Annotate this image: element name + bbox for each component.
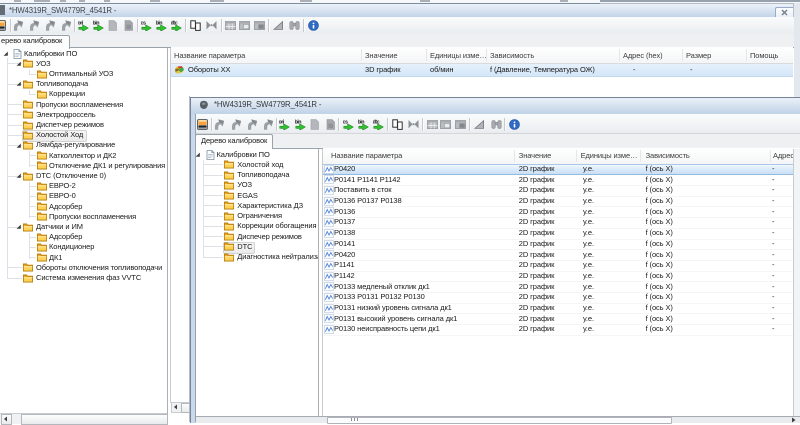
svg-text:cs: cs [343, 120, 348, 126]
